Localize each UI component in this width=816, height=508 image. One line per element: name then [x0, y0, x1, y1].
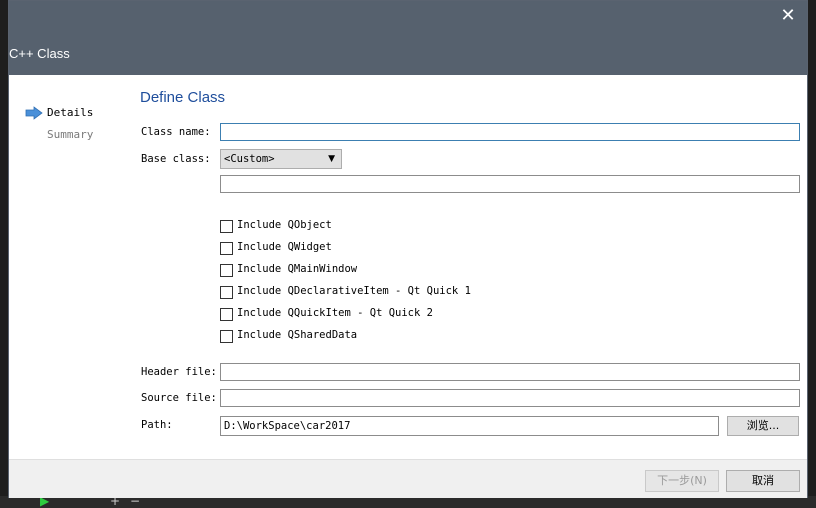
- ide-background-strip: [0, 0, 8, 508]
- checkbox-label: Include QWidget: [237, 241, 332, 253]
- checkbox-label: Include QQuickItem - Qt Quick 2: [237, 307, 433, 319]
- checkbox-box[interactable]: [220, 220, 233, 233]
- dialog-title: C++ Class: [9, 46, 70, 61]
- checkbox-box[interactable]: [220, 264, 233, 277]
- base-class-custom-input[interactable]: [220, 175, 800, 193]
- arrow-right-icon: [25, 106, 43, 120]
- class-name-input[interactable]: [220, 123, 800, 141]
- checkbox-box[interactable]: [220, 308, 233, 321]
- checkbox-box[interactable]: [220, 286, 233, 299]
- sidebar-item-summary: Summary: [47, 128, 94, 141]
- browse-button[interactable]: 浏览...: [727, 416, 799, 436]
- checkbox-label: Include QDeclarativeItem - Qt Quick 1: [237, 285, 471, 297]
- checkbox-label: Include QMainWindow: [237, 263, 358, 275]
- base-class-label: Base class:: [141, 153, 211, 165]
- header-file-input[interactable]: [220, 363, 800, 381]
- source-file-label: Source file:: [141, 392, 217, 404]
- chevron-down-icon: ▼: [328, 154, 335, 164]
- new-class-dialog: C++ Class ✕ Details Summary Define Class…: [8, 0, 808, 498]
- source-file-input[interactable]: [220, 389, 800, 407]
- page-title: Define Class: [140, 89, 226, 106]
- base-class-selected: <Custom>: [224, 153, 275, 165]
- dialog-titlebar: C++ Class ✕: [9, 1, 807, 75]
- wizard-page: Details Summary Define Class Class name:…: [9, 75, 807, 459]
- dialog-footer: 下一步(N) 取消: [9, 459, 807, 498]
- path-input[interactable]: D:\WorkSpace\car2017: [220, 416, 719, 436]
- sidebar-item-details: Details: [47, 106, 94, 119]
- next-button[interactable]: 下一步(N): [645, 470, 719, 492]
- base-class-dropdown[interactable]: <Custom> ▼: [220, 149, 342, 169]
- header-file-label: Header file:: [141, 366, 217, 378]
- path-label: Path:: [141, 419, 173, 431]
- close-icon[interactable]: ✕: [777, 5, 799, 27]
- checkbox-box[interactable]: [220, 330, 233, 343]
- cancel-button[interactable]: 取消: [726, 470, 800, 492]
- checkbox-box[interactable]: [220, 242, 233, 255]
- checkbox-label: Include QSharedData: [237, 329, 358, 341]
- checkbox-label: Include QObject: [237, 219, 332, 231]
- class-name-label: Class name:: [141, 126, 211, 138]
